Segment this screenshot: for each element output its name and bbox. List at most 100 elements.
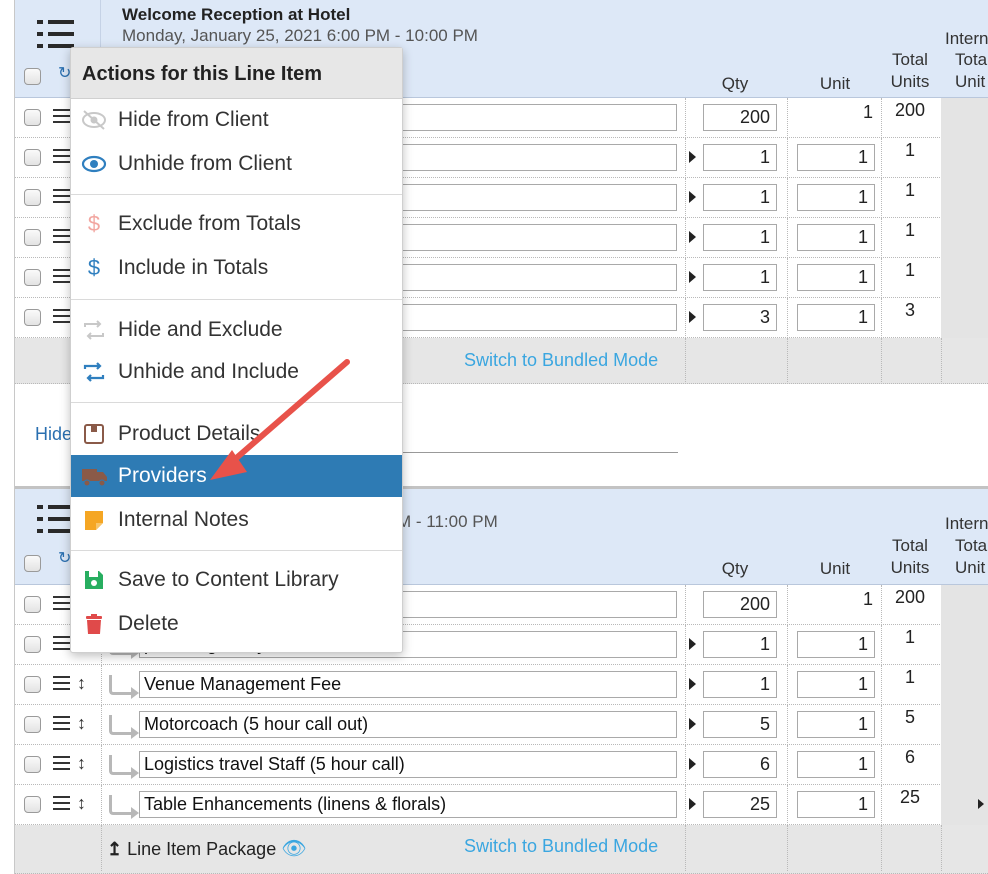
switch-to-bundled-mode-link[interactable]: Switch to Bundled Mode — [464, 350, 658, 371]
expand-triangle-icon[interactable] — [978, 799, 984, 809]
expand-triangle-icon[interactable] — [689, 271, 696, 283]
row-checkbox[interactable] — [24, 716, 41, 733]
eye-icon[interactable]: 👁 — [281, 838, 306, 860]
row-checkbox[interactable] — [24, 636, 41, 653]
row-menu-icon[interactable] — [53, 756, 70, 770]
hide-link[interactable]: Hide — [35, 424, 72, 445]
expand-triangle-icon[interactable] — [689, 758, 696, 770]
row-menu-icon[interactable] — [53, 636, 70, 650]
row-menu-icon[interactable] — [53, 716, 70, 730]
menu-item-unhide-from-client[interactable]: Unhide from Client — [71, 143, 402, 185]
expand-triangle-icon[interactable] — [689, 231, 696, 243]
menu-item-hide-and-exclude[interactable]: Hide and Exclude — [71, 309, 402, 351]
menu-item-save-to-content-library[interactable]: Save to Content Library — [71, 559, 402, 601]
line-item-name-input[interactable]: Venue Management Fee — [139, 671, 677, 698]
unit-input[interactable]: 1 — [797, 671, 875, 698]
expand-triangle-icon[interactable] — [689, 191, 696, 203]
internal-header-line1: Intern — [945, 29, 988, 48]
total-units-value: 1 — [904, 140, 915, 160]
menu-item-hide-from-client[interactable]: Hide from Client — [71, 99, 402, 141]
menu-item-include-in-totals[interactable]: $ Include in Totals — [71, 247, 402, 289]
menu-item-label: Internal Notes — [118, 508, 249, 531]
menu-item-providers[interactable]: Providers — [71, 455, 402, 497]
row-menu-icon[interactable] — [53, 269, 70, 283]
unit-input[interactable]: 1 — [797, 184, 875, 211]
row-menu-icon[interactable] — [53, 309, 70, 323]
unit-input[interactable]: 1 — [797, 751, 875, 778]
drag-handle-icon[interactable]: ↕ — [77, 793, 86, 814]
row-checkbox[interactable] — [24, 149, 41, 166]
row-menu-icon[interactable] — [53, 676, 70, 690]
row-menu-icon[interactable] — [53, 229, 70, 243]
row-checkbox[interactable] — [24, 796, 41, 813]
unit-input[interactable]: 1 — [797, 224, 875, 251]
expand-triangle-icon[interactable] — [689, 151, 696, 163]
line-item-actions-menu: Actions for this Line Item Hide from Cli… — [70, 47, 403, 653]
expand-triangle-icon[interactable] — [689, 638, 696, 650]
menu-item-product-details[interactable]: Product Details — [71, 413, 402, 455]
unit-input[interactable]: 1 — [797, 304, 875, 331]
menu-item-unhide-and-include[interactable]: Unhide and Include — [71, 351, 402, 393]
menu-item-exclude-from-totals[interactable]: $ Exclude from Totals — [71, 203, 402, 245]
row-checkbox[interactable] — [24, 269, 41, 286]
line-item-name-input[interactable]: Motorcoach (5 hour call out) — [139, 711, 677, 738]
qty-input[interactable]: 3 — [703, 304, 777, 331]
row-checkbox[interactable] — [24, 756, 41, 773]
box-icon — [81, 422, 107, 446]
row-menu-icon[interactable] — [53, 796, 70, 810]
row-checkbox[interactable] — [24, 676, 41, 693]
expand-triangle-icon[interactable] — [689, 798, 696, 810]
row-menu-icon[interactable] — [53, 189, 70, 203]
total-units-value: 200 — [894, 100, 926, 120]
package-select-checkbox[interactable] — [24, 68, 41, 85]
drag-handle-icon[interactable]: ↕ — [77, 673, 86, 694]
sticky-note-icon — [81, 508, 107, 532]
unit-input[interactable]: 1 — [797, 631, 875, 658]
expand-triangle-icon[interactable] — [689, 678, 696, 690]
expand-triangle-icon[interactable] — [689, 311, 696, 323]
unit-input[interactable]: 1 — [797, 711, 875, 738]
total-units-header-line2: Units — [890, 558, 930, 577]
package-select-checkbox[interactable] — [24, 555, 41, 572]
qty-input[interactable]: 1 — [703, 264, 777, 291]
total-units-value: 200 — [894, 587, 926, 607]
row-checkbox[interactable] — [24, 189, 41, 206]
row-checkbox[interactable] — [24, 596, 41, 613]
unit-input[interactable]: 1 — [797, 264, 875, 291]
qty-input[interactable]: 5 — [703, 711, 777, 738]
qty-input[interactable]: 200 — [703, 104, 777, 131]
row-checkbox[interactable] — [24, 309, 41, 326]
list-menu-icon[interactable] — [37, 18, 75, 50]
line-item-package-link[interactable]: ↥ Line Item Package 👁 — [107, 836, 307, 861]
qty-input[interactable]: 25 — [703, 791, 777, 818]
qty-input[interactable]: 1 — [703, 184, 777, 211]
line-item-name-input[interactable]: Logistics travel Staff (5 hour call) — [139, 751, 677, 778]
qty-input[interactable]: 200 — [703, 591, 777, 618]
line-item-name-input[interactable]: Table Enhancements (linens & florals) — [139, 791, 677, 818]
qty-input[interactable]: 1 — [703, 631, 777, 658]
total-units-value: 1 — [904, 627, 915, 647]
drag-handle-icon[interactable]: ↕ — [77, 713, 86, 734]
qty-input[interactable]: 1 — [703, 224, 777, 251]
unit-input[interactable]: 1 — [797, 144, 875, 171]
row-menu-icon[interactable] — [53, 596, 70, 610]
menu-separator — [71, 402, 402, 403]
switch-to-bundled-mode-link[interactable]: Switch to Bundled Mode — [464, 836, 658, 857]
qty-input[interactable]: 1 — [703, 671, 777, 698]
eye-icon — [81, 152, 107, 176]
menu-item-internal-notes[interactable]: Internal Notes — [71, 499, 402, 541]
row-menu-icon[interactable] — [53, 149, 70, 163]
row-menu-icon[interactable] — [53, 109, 70, 123]
menu-item-label: Save to Content Library — [118, 568, 339, 591]
drag-handle-icon[interactable]: ↕ — [77, 753, 86, 774]
row-checkbox[interactable] — [24, 229, 41, 246]
qty-input[interactable]: 1 — [703, 144, 777, 171]
qty-input[interactable]: 6 — [703, 751, 777, 778]
internal-units-cell — [941, 665, 988, 705]
unit-input[interactable]: 1 — [797, 791, 875, 818]
row-checkbox[interactable] — [24, 109, 41, 126]
menu-item-delete[interactable]: Delete — [71, 603, 402, 645]
total-units-value: 1 — [904, 180, 915, 200]
expand-triangle-icon[interactable] — [689, 718, 696, 730]
child-item-arrow-icon — [109, 795, 139, 819]
